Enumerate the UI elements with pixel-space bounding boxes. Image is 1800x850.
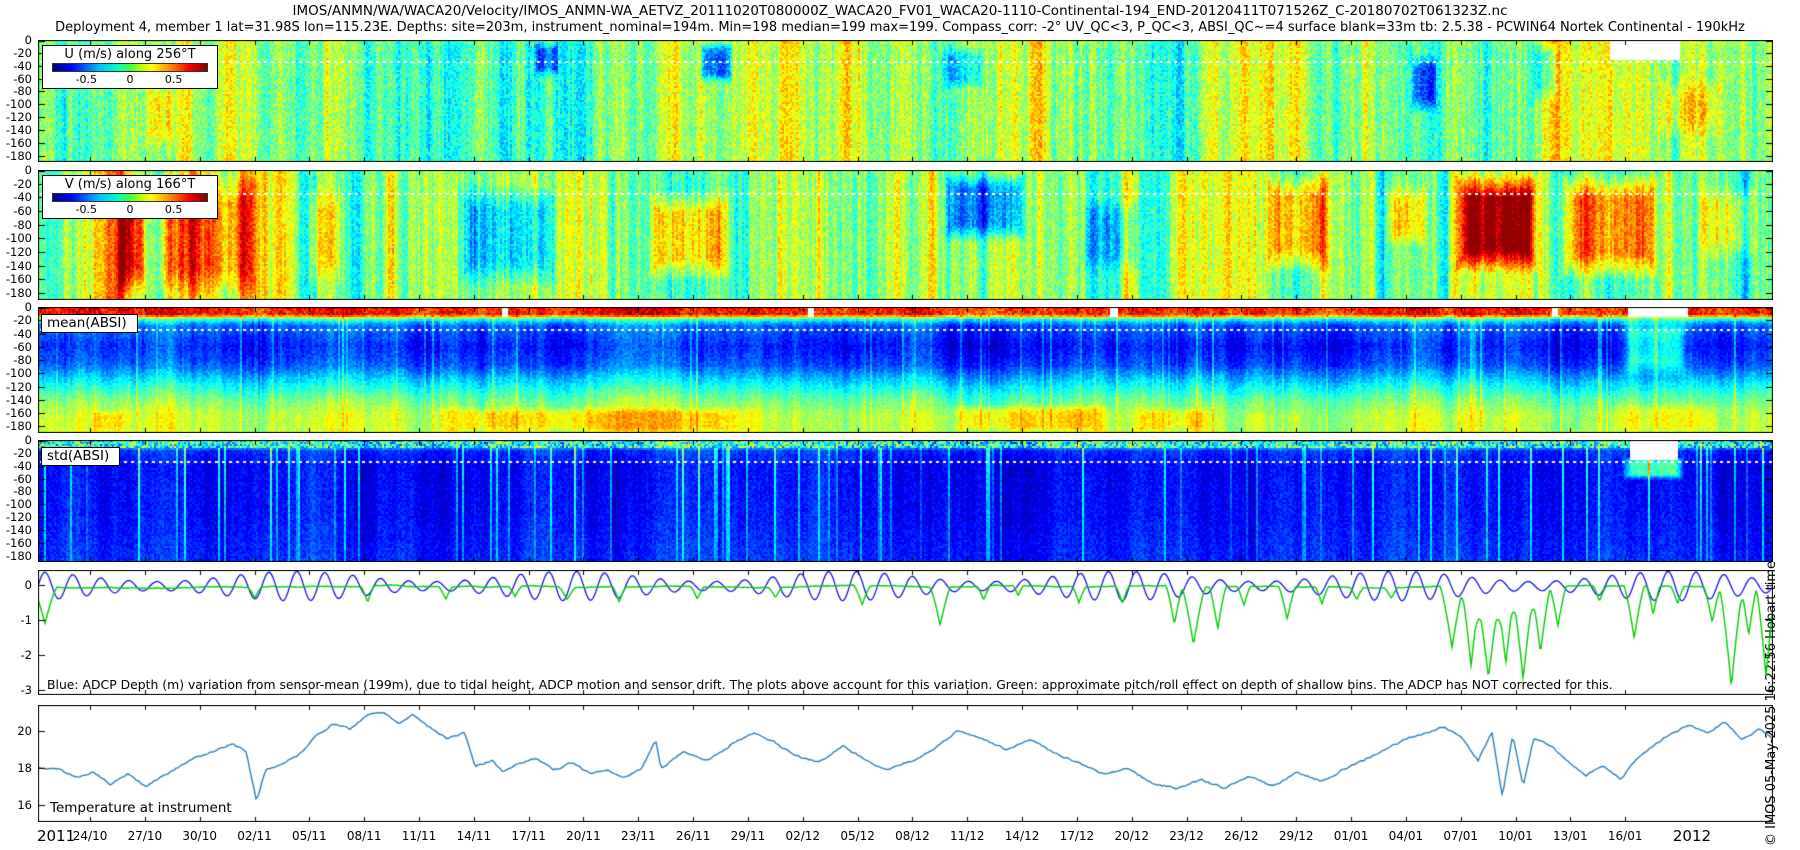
colorbar-tick-label: 0	[127, 203, 134, 216]
colorbar-tick-label: 0.5	[165, 203, 183, 216]
temperature-line-canvas	[38, 705, 1773, 822]
y-tick-label: -180	[6, 549, 32, 563]
y-tick-label: -60	[13, 340, 32, 354]
y-tick-label: -120	[6, 380, 32, 394]
y-tick-label: -100	[6, 231, 32, 245]
y-tick-label: -180	[6, 419, 32, 433]
v-velocity-heatmap-canvas	[38, 170, 1773, 300]
v-depth-axis-labels: 0-20-40-60-80-100-120-140-160-180	[1, 170, 35, 300]
y-tick-label: 0	[25, 163, 32, 177]
u-depth-axis-labels: 0-20-40-60-80-100-120-140-160-180	[1, 40, 35, 162]
colorbar-tick-label: -0.5	[76, 73, 97, 86]
mean-absi-depth-axis-labels: 0-20-40-60-80-100-120-140-160-180	[1, 307, 35, 433]
x-year-label: 2012	[1652, 827, 1732, 845]
u-colorbar-tick-labels: -0.5 0 0.5	[52, 72, 208, 86]
panel-std-absi-heatmap: 0-20-40-60-80-100-120-140-160-180 std(AB…	[38, 440, 1773, 562]
colorbar-tick-label: -0.5	[76, 203, 97, 216]
y-tick-label: -2	[21, 648, 32, 662]
colorbar-tick-label: 0.5	[165, 73, 183, 86]
v-colorbar-legend: V (m/s) along 166°T -0.5 0 0.5	[42, 175, 218, 219]
panel-v-velocity-heatmap: 0-20-40-60-80-100-120-140-160-180 V (m/s…	[38, 170, 1773, 300]
y-tick-label: -160	[6, 406, 32, 420]
temperature-axis-labels: 20 18 16	[1, 705, 35, 822]
y-tick-label: -20	[13, 177, 32, 191]
temperature-label: Temperature at instrument	[50, 800, 232, 816]
u-legend-title: U (m/s) along 256°T	[52, 47, 208, 62]
depth-variation-axis-labels: 0 -1 -2 -3	[1, 570, 35, 695]
y-tick-label: -80	[13, 218, 32, 232]
y-tick-label: -40	[13, 327, 32, 341]
panel-temperature-line: 201816 Temperature at instrument	[38, 705, 1773, 822]
y-tick-label: -60	[13, 204, 32, 218]
panel-mean-absi-heatmap: 0-20-40-60-80-100-120-140-160-180 mean(A…	[38, 307, 1773, 433]
y-tick-label: -120	[6, 245, 32, 259]
u-velocity-heatmap-canvas	[38, 40, 1773, 162]
y-tick-label: 0	[25, 578, 32, 592]
y-tick-label: -3	[21, 683, 32, 697]
mean-absi-heatmap-canvas	[38, 307, 1773, 433]
u-colorbar-gradient	[52, 63, 208, 72]
y-tick-label: -160	[6, 272, 32, 286]
panel-depth-variation-lines: 0-1-2-3 Blue: ADCP Depth (m) variation f…	[38, 570, 1773, 695]
y-tick-label: -40	[13, 190, 32, 204]
std-absi-label: std(ABSI)	[41, 447, 120, 466]
y-tick-label: 16	[17, 798, 32, 812]
x-date-label: 16/01	[1590, 829, 1660, 843]
colorbar-tick-label: 0	[127, 73, 134, 86]
y-tick-label: -1	[21, 613, 32, 627]
y-tick-label: 18	[17, 761, 32, 775]
y-tick-label: -20	[13, 313, 32, 327]
y-tick-label: -180	[6, 286, 32, 300]
depth-variation-note: Blue: ADCP Depth (m) variation from sens…	[47, 677, 1613, 692]
y-tick-label: -180	[6, 149, 32, 163]
figure-subtitle: Deployment 4, member 1 lat=31.98S lon=11…	[0, 20, 1800, 35]
mean-absi-label: mean(ABSI)	[41, 314, 138, 333]
std-absi-heatmap-canvas	[38, 440, 1773, 562]
x-axis-date-labels: 201124/1027/1030/1002/1105/1108/1111/111…	[0, 827, 1800, 847]
y-tick-label: -140	[6, 393, 32, 407]
y-tick-label: -140	[6, 259, 32, 273]
y-tick-label: -100	[6, 366, 32, 380]
figure-title: IMOS/ANMN/WA/WACA20/Velocity/IMOS_ANMN-W…	[0, 3, 1800, 19]
v-colorbar-tick-labels: -0.5 0 0.5	[52, 202, 208, 216]
u-colorbar-legend: U (m/s) along 256°T -0.5 0 0.5	[42, 45, 218, 89]
v-colorbar-gradient	[52, 193, 208, 202]
v-legend-title: V (m/s) along 166°T	[52, 177, 208, 192]
panel-u-velocity-heatmap: 0-20-40-60-80-100-120-140-160-180 U (m/s…	[38, 40, 1773, 162]
y-tick-label: 0	[25, 300, 32, 314]
std-absi-depth-axis-labels: 0-20-40-60-80-100-120-140-160-180	[1, 440, 35, 562]
y-tick-label: -80	[13, 353, 32, 367]
y-tick-label: 20	[17, 724, 32, 738]
